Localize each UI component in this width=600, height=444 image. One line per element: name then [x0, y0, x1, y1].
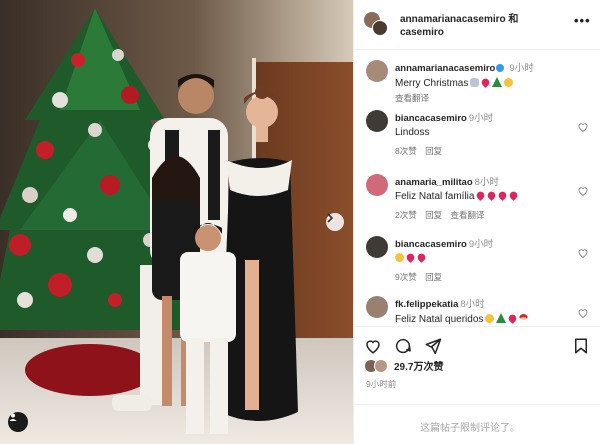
like-comment-heart-icon[interactable] [577, 247, 589, 259]
caption-message: Merry Christmas [395, 78, 469, 89]
like-heart-icon[interactable] [364, 337, 382, 355]
likes-row[interactable]: 29.7万次赞 [364, 358, 443, 373]
post-side-panel: annamarianacasemiro 和 casemiro ••• annam… [353, 0, 600, 444]
comments-list: annamarianacasemiro 9小时 Merry Christmas … [354, 52, 600, 324]
comment-time: 8小时 [460, 299, 485, 310]
heart-icon [508, 190, 520, 201]
hands-icon [470, 78, 480, 87]
comment-username[interactable]: biancacasemiro [395, 113, 467, 124]
chevron-right-icon [327, 213, 334, 223]
bookmark-icon[interactable] [572, 337, 590, 355]
face-icon [485, 314, 495, 323]
comment-icon[interactable] [394, 337, 412, 355]
comment-text [395, 252, 570, 264]
face-icon [504, 78, 514, 87]
like-comment-heart-icon[interactable] [577, 307, 589, 319]
heart-icon [480, 77, 492, 88]
likes-count[interactable]: 29.7万次赞 [394, 358, 443, 373]
like-comment-heart-icon[interactable] [577, 121, 589, 133]
post-header: annamarianacasemiro 和 casemiro ••• [354, 0, 600, 50]
comment-username[interactable]: fk.felippekatia [395, 299, 458, 310]
comment-likes[interactable]: 8次赞 [395, 146, 417, 156]
comment-text: Feliz Natal queridos [395, 313, 570, 324]
comment-username[interactable]: anamaria_militao [395, 177, 473, 188]
comment-footer: 这篇帖子限制评论了。 [354, 404, 600, 444]
comment-likes[interactable]: 9次赞 [395, 272, 417, 282]
tree-icon [492, 77, 503, 87]
family-christmas-photo [0, 0, 353, 444]
user-icon [9, 413, 17, 421]
reply-button[interactable]: 回复 [425, 272, 442, 282]
liker-avatar [374, 358, 388, 373]
avatar[interactable] [366, 174, 388, 196]
coauthor-avatar[interactable] [372, 20, 388, 36]
post-timestamp: 9小时前 [366, 379, 397, 389]
like-comment-heart-icon[interactable] [577, 185, 589, 197]
heart-icon [507, 313, 519, 324]
reply-button[interactable]: 回复 [425, 210, 442, 220]
see-translation-link[interactable]: 查看翻译 [395, 93, 429, 103]
post-authors[interactable]: annamarianacasemiro 和 casemiro [400, 13, 560, 39]
next-image-button[interactable] [326, 213, 344, 231]
caption-username[interactable]: annamarianacasemiro [395, 63, 495, 74]
avatar[interactable] [366, 60, 388, 82]
avatar[interactable] [366, 236, 388, 258]
comment-username[interactable]: biancacasemiro [395, 239, 467, 250]
comments-restricted-notice: 这篇帖子限制评论了。 [420, 423, 520, 434]
reply-button[interactable]: 回复 [425, 146, 442, 156]
avatar[interactable] [366, 296, 388, 318]
heart-icon [405, 252, 416, 263]
caption-text: Merry Christmas [395, 77, 570, 89]
comment-text: Feliz Natal família [395, 190, 570, 202]
tagged-users-button[interactable] [8, 412, 28, 432]
tree-icon [496, 313, 507, 323]
heart-icon [497, 190, 509, 201]
comment-time: 9小时 [468, 113, 494, 124]
heart-icon [475, 190, 487, 201]
comment-time: 9小时 [468, 239, 494, 250]
verified-icon [496, 64, 505, 72]
post-photo[interactable] [0, 0, 353, 444]
more-options-button[interactable]: ••• [574, 13, 591, 28]
santa-icon [519, 314, 529, 323]
see-translation-link[interactable]: 查看翻译 [451, 210, 485, 220]
share-send-icon[interactable] [424, 337, 442, 355]
caption-time: 9小时 [509, 63, 534, 74]
heart-icon [416, 252, 427, 263]
comment-text: Lindoss [395, 127, 430, 138]
comment-message: Feliz Natal família [395, 191, 475, 202]
avatar[interactable] [366, 110, 388, 132]
heart-icon [486, 190, 498, 201]
comment-message: Feliz Natal queridos [395, 314, 484, 324]
comment-likes[interactable]: 2次赞 [395, 210, 417, 220]
comment-time: 8小时 [474, 177, 499, 188]
face-icon [395, 253, 404, 262]
